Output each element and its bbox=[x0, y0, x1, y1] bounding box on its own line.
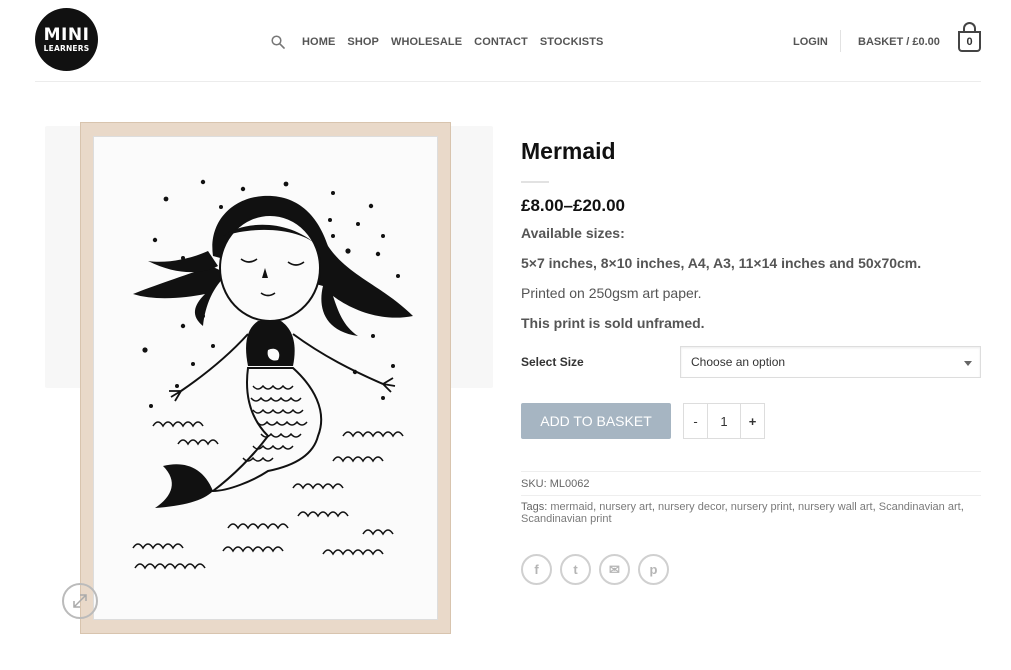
tag-link[interactable]: nursery decor bbox=[658, 501, 725, 513]
nav-item-shop[interactable]: SHOP bbox=[347, 36, 379, 48]
expand-icon bbox=[73, 594, 87, 608]
size-select[interactable]: Choose an option bbox=[680, 346, 981, 378]
tag-link[interactable]: nursery art bbox=[599, 501, 652, 513]
quantity-stepper: - 1 + bbox=[683, 403, 765, 439]
pinterest-icon[interactable]: p bbox=[638, 554, 669, 585]
email-icon[interactable]: ✉ bbox=[599, 554, 630, 585]
tags-label: Tags: bbox=[521, 501, 551, 513]
product-summary: Mermaid £8.00–£20.00 Available sizes: 5×… bbox=[521, 134, 981, 333]
quantity-increase-button[interactable]: + bbox=[740, 404, 764, 438]
facebook-icon[interactable]: f bbox=[521, 554, 552, 585]
add-to-basket-button[interactable]: ADD TO BASKET bbox=[521, 403, 671, 439]
select-size-label: Select Size bbox=[521, 355, 584, 369]
mermaid-illustration bbox=[132, 179, 413, 570]
search-icon[interactable] bbox=[271, 35, 285, 49]
chevron-down-icon bbox=[964, 361, 972, 366]
zoom-button[interactable] bbox=[62, 583, 98, 619]
nav-item-stockists[interactable]: STOCKISTS bbox=[540, 36, 604, 48]
basket-count-badge[interactable]: 0 bbox=[958, 31, 981, 52]
product-meta: SKU: ML0062 Tags: mermaid, nursery art, … bbox=[521, 471, 981, 525]
product-price: £8.00–£20.00 bbox=[521, 196, 625, 215]
quantity-decrease-button[interactable]: - bbox=[684, 404, 708, 438]
size-variation-row: Select Size Choose an option bbox=[521, 346, 981, 378]
share-icons: f t ✉ p bbox=[521, 554, 669, 585]
nav-item-home[interactable]: HOME bbox=[302, 36, 335, 48]
login-link[interactable]: LOGIN bbox=[793, 36, 828, 48]
site-logo[interactable]: MINI LEARNERS bbox=[35, 8, 98, 71]
tag-link[interactable]: Scandinavian print bbox=[521, 513, 612, 525]
product-description: Available sizes: 5×7 inches, 8×10 inches… bbox=[521, 223, 981, 333]
nav-item-contact[interactable]: CONTACT bbox=[474, 36, 528, 48]
main-nav: HOME SHOP WHOLESALE CONTACT STOCKISTS bbox=[302, 36, 615, 48]
product-title: Mermaid bbox=[521, 138, 616, 164]
product-gallery bbox=[35, 118, 495, 638]
tag-link[interactable]: Scandinavian art bbox=[879, 501, 961, 513]
tag-link[interactable]: nursery print bbox=[731, 501, 792, 513]
header-divider-line bbox=[35, 81, 981, 82]
basket-link[interactable]: BASKET / £0.00 bbox=[858, 36, 940, 48]
title-divider bbox=[521, 181, 549, 183]
sizes-heading: Available sizes: bbox=[521, 225, 625, 241]
nav-item-wholesale[interactable]: WHOLESALE bbox=[391, 36, 462, 48]
product-tags: Tags: mermaid, nursery art, nursery deco… bbox=[521, 501, 964, 525]
header-divider bbox=[840, 30, 841, 52]
tag-link[interactable]: mermaid bbox=[550, 501, 593, 513]
twitter-icon[interactable]: t bbox=[560, 554, 591, 585]
quantity-input[interactable]: 1 bbox=[708, 404, 740, 438]
product-sku: SKU: ML0062 bbox=[521, 478, 590, 490]
size-select-value: Choose an option bbox=[691, 355, 786, 369]
sizes-list: 5×7 inches, 8×10 inches, A4, A3, 11×14 i… bbox=[521, 255, 922, 271]
paper-info: Printed on 250gsm art paper. bbox=[521, 285, 702, 301]
print-artwork bbox=[93, 136, 438, 620]
logo-text-line1: MINI bbox=[43, 24, 90, 45]
tag-link[interactable]: nursery wall art bbox=[798, 501, 873, 513]
logo-text-line2: LEARNERS bbox=[43, 43, 90, 53]
unframed-note: This print is sold unframed. bbox=[521, 315, 705, 331]
site-header: MINI LEARNERS HOME SHOP WHOLESALE CONTAC… bbox=[0, 0, 1011, 82]
product-image[interactable] bbox=[80, 122, 451, 634]
